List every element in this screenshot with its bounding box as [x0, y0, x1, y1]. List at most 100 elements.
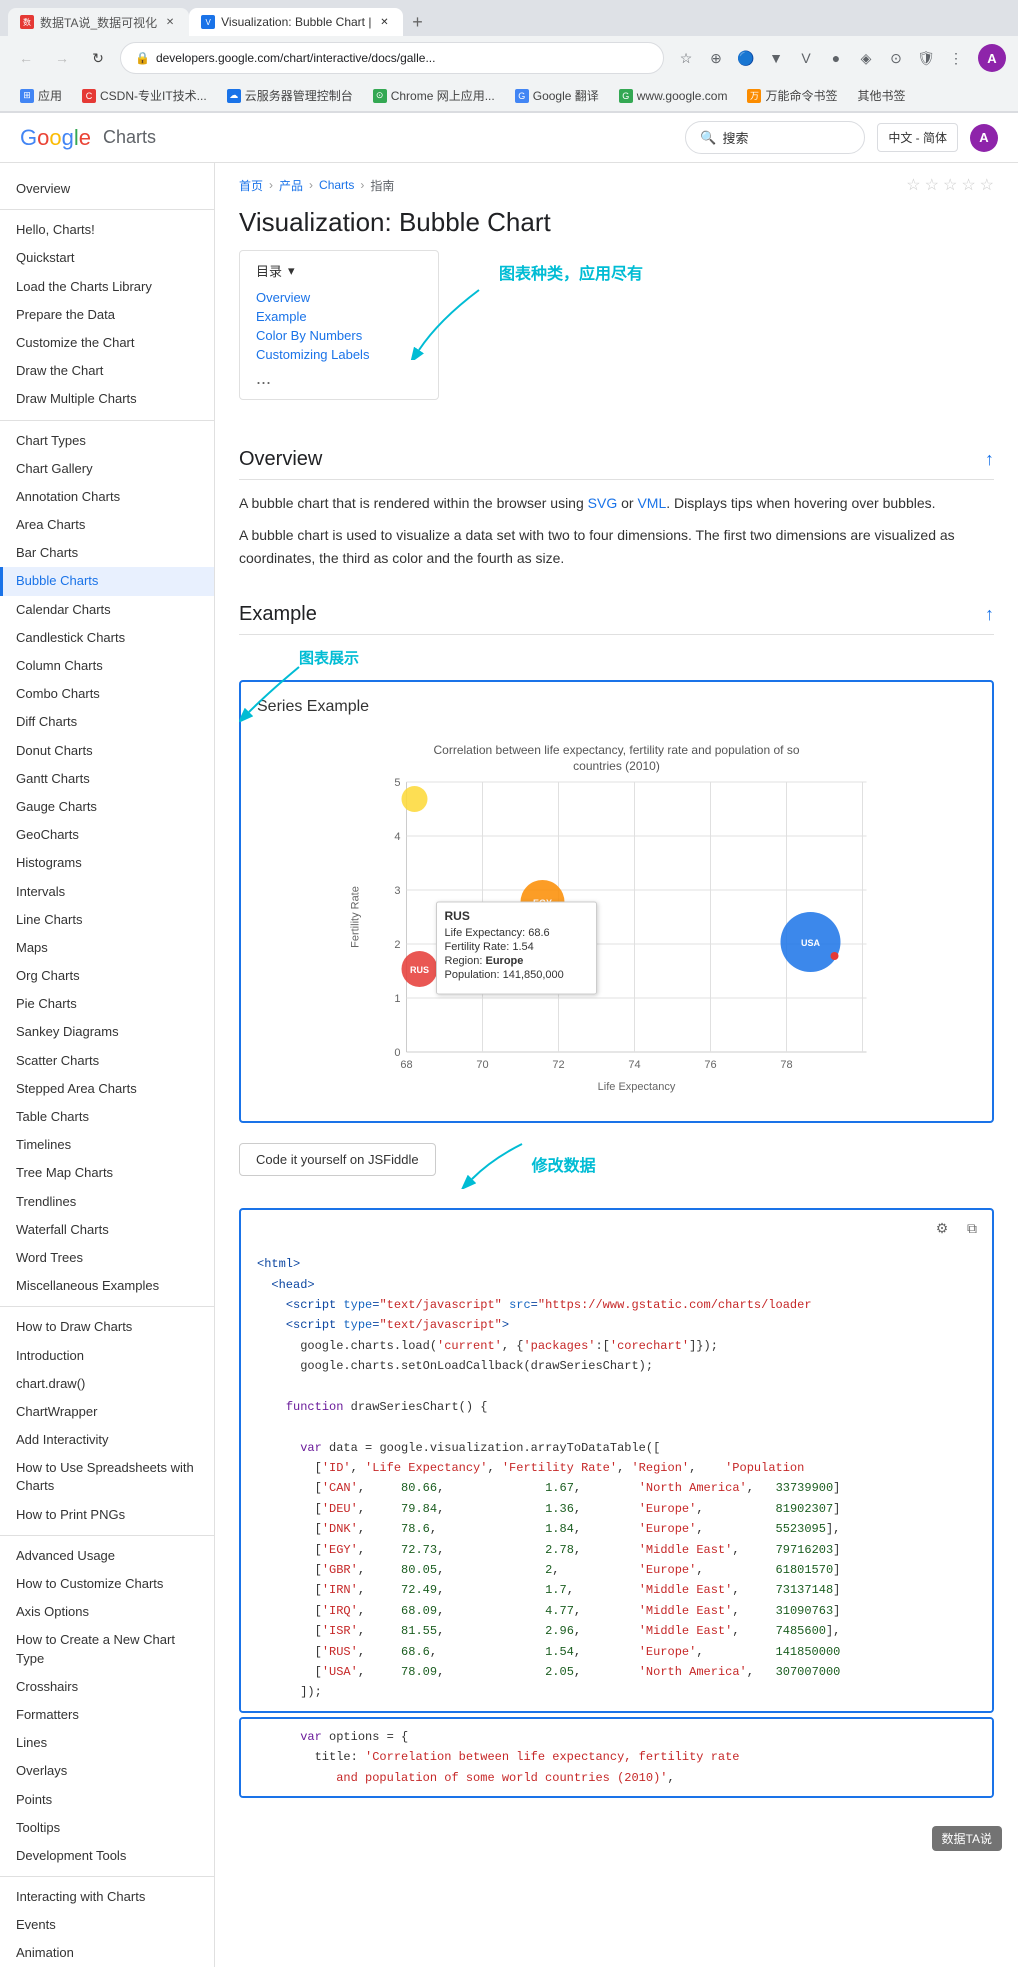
- sidebar-item-draw-chart[interactable]: Draw the Chart: [0, 357, 214, 385]
- url-bar[interactable]: 🔒 developers.google.com/chart/interactiv…: [120, 42, 664, 74]
- svg-link[interactable]: SVG: [588, 495, 618, 511]
- sidebar-item-points[interactable]: Points: [0, 1786, 214, 1814]
- sidebar-item-misc-examples[interactable]: Miscellaneous Examples: [0, 1272, 214, 1300]
- sidebar-item-overlays[interactable]: Overlays: [0, 1757, 214, 1785]
- sidebar-item-interacting-charts[interactable]: Interacting with Charts: [0, 1883, 214, 1911]
- sidebar-item-bar-charts[interactable]: Bar Charts: [0, 539, 214, 567]
- sidebar-item-gantt-charts[interactable]: Gantt Charts: [0, 765, 214, 793]
- sidebar-item-table-charts[interactable]: Table Charts: [0, 1103, 214, 1131]
- extension-icon6[interactable]: ◈: [852, 44, 880, 72]
- sidebar-item-bubble-charts[interactable]: Bubble Charts: [0, 567, 214, 595]
- sidebar-item-chartwrapper[interactable]: ChartWrapper: [0, 1398, 214, 1426]
- sidebar-item-prepare-data[interactable]: Prepare the Data: [0, 301, 214, 329]
- sidebar-item-area-charts[interactable]: Area Charts: [0, 511, 214, 539]
- sidebar-item-tooltips[interactable]: Tooltips: [0, 1814, 214, 1842]
- extension-icon8[interactable]: 🛡: [912, 44, 940, 72]
- sidebar-item-advanced-usage[interactable]: Advanced Usage: [0, 1542, 214, 1570]
- sidebar-item-axis-options[interactable]: Axis Options: [0, 1598, 214, 1626]
- breadcrumb-charts[interactable]: Charts: [319, 178, 354, 192]
- star1[interactable]: ☆: [906, 175, 920, 195]
- toc-item-overview[interactable]: Overview: [256, 288, 422, 307]
- sidebar-item-pie-charts[interactable]: Pie Charts: [0, 990, 214, 1018]
- sidebar-item-tree-map-charts[interactable]: Tree Map Charts: [0, 1159, 214, 1187]
- sidebar-item-org-charts[interactable]: Org Charts: [0, 962, 214, 990]
- sidebar-item-word-trees[interactable]: Word Trees: [0, 1244, 214, 1272]
- sidebar-item-candlestick-charts[interactable]: Candlestick Charts: [0, 624, 214, 652]
- sidebar-item-diff-charts[interactable]: Diff Charts: [0, 708, 214, 736]
- sidebar-item-trendlines[interactable]: Trendlines: [0, 1188, 214, 1216]
- extension-icon2[interactable]: 🔵: [732, 44, 760, 72]
- sidebar-item-line-charts[interactable]: Line Charts: [0, 906, 214, 934]
- forward-button[interactable]: →: [48, 44, 76, 72]
- sidebar-item-overview[interactable]: Overview: [0, 175, 214, 203]
- new-tab-button[interactable]: +: [403, 8, 431, 36]
- sidebar-item-development-tools[interactable]: Development Tools: [0, 1842, 214, 1870]
- sidebar-item-column-charts[interactable]: Column Charts: [0, 652, 214, 680]
- more-options-icon[interactable]: ⋮: [942, 44, 970, 72]
- tab-inactive[interactable]: 数 数据TA说_数据可视化 ✕: [8, 8, 189, 36]
- example-up-arrow[interactable]: ↑: [985, 604, 994, 625]
- header-profile-avatar[interactable]: A: [970, 124, 998, 152]
- extension-icon4[interactable]: V: [792, 44, 820, 72]
- star3[interactable]: ☆: [943, 175, 957, 195]
- sidebar-item-donut-charts[interactable]: Donut Charts: [0, 737, 214, 765]
- refresh-button[interactable]: ↻: [84, 44, 112, 72]
- sidebar-item-histograms[interactable]: Histograms: [0, 849, 214, 877]
- sidebar-item-spreadsheets[interactable]: How to Use Spreadsheets with Charts: [0, 1454, 214, 1500]
- sidebar-item-geocharts[interactable]: GeoCharts: [0, 821, 214, 849]
- sidebar-item-introduction[interactable]: Introduction: [0, 1342, 214, 1370]
- toc-item-color-by-numbers[interactable]: Color By Numbers: [256, 326, 422, 345]
- code-it-yourself-button[interactable]: Code it yourself on JSFiddle: [239, 1143, 436, 1176]
- bookmark-google[interactable]: G www.google.com: [611, 87, 736, 105]
- sidebar-item-gauge-charts[interactable]: Gauge Charts: [0, 793, 214, 821]
- tab2-close[interactable]: ✕: [377, 15, 391, 29]
- sidebar-item-draw-multiple[interactable]: Draw Multiple Charts: [0, 385, 214, 413]
- sidebar-item-calendar-charts[interactable]: Calendar Charts: [0, 596, 214, 624]
- toc-item-example[interactable]: Example: [256, 307, 422, 326]
- sidebar-item-waterfall-charts[interactable]: Waterfall Charts: [0, 1216, 214, 1244]
- sidebar-item-new-chart-type[interactable]: How to Create a New Chart Type: [0, 1626, 214, 1672]
- sidebar-item-annotation-charts[interactable]: Annotation Charts: [0, 483, 214, 511]
- sidebar-item-combo-charts[interactable]: Combo Charts: [0, 680, 214, 708]
- sidebar-item-chart-draw[interactable]: chart.draw(): [0, 1370, 214, 1398]
- overview-up-arrow[interactable]: ↑: [985, 449, 994, 470]
- sidebar-item-chart-gallery[interactable]: Chart Gallery: [0, 455, 214, 483]
- sidebar-item-maps[interactable]: Maps: [0, 934, 214, 962]
- code-settings-icon[interactable]: ⚙: [930, 1216, 954, 1240]
- bookmark-apps[interactable]: ⊞ 应用: [12, 85, 70, 106]
- back-button[interactable]: ←: [12, 44, 40, 72]
- sidebar-item-load-library[interactable]: Load the Charts Library: [0, 273, 214, 301]
- extension-icon1[interactable]: ⊕: [702, 44, 730, 72]
- code-copy-icon[interactable]: ⧉: [960, 1216, 984, 1240]
- search-box[interactable]: 🔍 搜索: [685, 121, 865, 154]
- lang-selector[interactable]: 中文 - 简体: [877, 123, 958, 152]
- tab-active[interactable]: V Visualization: Bubble Chart | ✕: [189, 8, 403, 36]
- sidebar-item-timelines[interactable]: Timelines: [0, 1131, 214, 1159]
- bubble-yellow[interactable]: [402, 786, 428, 812]
- toc-item-customizing-labels[interactable]: Customizing Labels: [256, 345, 422, 364]
- sidebar-item-crosshairs[interactable]: Crosshairs: [0, 1673, 214, 1701]
- star4[interactable]: ☆: [961, 175, 975, 195]
- sidebar-item-add-interactivity[interactable]: Add Interactivity: [0, 1426, 214, 1454]
- bookmark-csdn[interactable]: C CSDN-专业IT技术...: [74, 85, 215, 106]
- toc-header[interactable]: 目录 ▾: [256, 261, 422, 280]
- profile-avatar[interactable]: A: [978, 44, 1006, 72]
- sidebar-item-customize-chart[interactable]: Customize the Chart: [0, 329, 214, 357]
- bookmark-cloud[interactable]: ☁ 云服务器管理控制台: [219, 85, 361, 106]
- sidebar-item-scatter-charts[interactable]: Scatter Charts: [0, 1047, 214, 1075]
- extension-icon3[interactable]: ▼: [762, 44, 790, 72]
- sidebar-item-how-to-customize[interactable]: How to Customize Charts: [0, 1570, 214, 1598]
- sidebar-item-print-pngs[interactable]: How to Print PNGs: [0, 1501, 214, 1529]
- bookmark-star-icon[interactable]: ☆: [672, 44, 700, 72]
- sidebar-item-intervals[interactable]: Intervals: [0, 878, 214, 906]
- bookmark-commands[interactable]: 万 万能命令书签: [739, 85, 845, 106]
- google-logo[interactable]: Google: [20, 125, 91, 151]
- breadcrumb-products[interactable]: 产品: [279, 177, 303, 194]
- tab1-close[interactable]: ✕: [163, 15, 177, 29]
- sidebar-item-animation[interactable]: Animation: [0, 1939, 214, 1967]
- sidebar-item-sankey-diagrams[interactable]: Sankey Diagrams: [0, 1018, 214, 1046]
- star2[interactable]: ☆: [925, 175, 939, 195]
- breadcrumb-home[interactable]: 首页: [239, 177, 263, 194]
- sidebar-item-how-to-draw[interactable]: How to Draw Charts: [0, 1313, 214, 1341]
- bookmark-others[interactable]: 其他书签: [850, 85, 914, 106]
